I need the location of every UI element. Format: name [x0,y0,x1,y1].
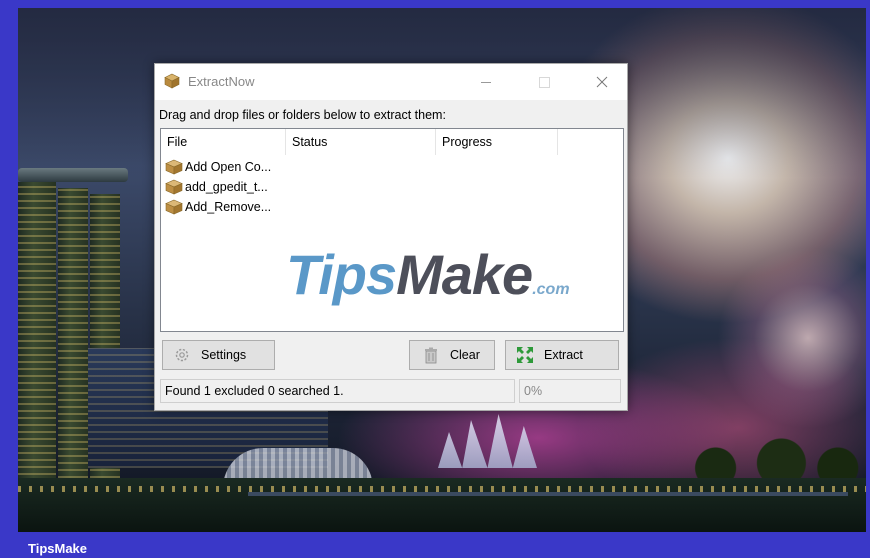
frame-top [0,0,870,8]
close-button[interactable] [579,64,625,100]
gear-icon [175,348,189,362]
frame-right [866,0,870,558]
file-name: Add Open Co... [185,160,272,174]
extract-button[interactable]: Extract [505,340,619,370]
caption: TipsMake [28,541,88,556]
tower [18,182,56,482]
app-icon [164,73,180,89]
instructions-label: Drag and drop files or folders below to … [159,108,446,122]
expand-arrows-icon [517,347,533,363]
museum [438,414,537,468]
status-text: Found 1 excluded 0 searched 1. [160,379,515,403]
maximize-button[interactable] [521,64,567,100]
skypark [18,168,128,182]
trash-icon [425,347,437,364]
extract-label: Extract [544,348,583,362]
settings-label: Settings [201,348,247,362]
close-icon [596,76,608,88]
minimize-button[interactable] [463,64,509,100]
watermark: TipsMake.com [286,242,570,307]
settings-button[interactable]: Settings [162,340,275,370]
file-name: Add_Remove... [185,200,272,214]
list-item[interactable]: Add Open Co... [165,157,271,177]
window-title: ExtractNow [188,74,255,89]
frame-left [0,0,18,558]
archive-box-icon [165,159,183,175]
extractnow-window: ExtractNow Drag and drop files or folder… [154,63,628,411]
progress-percent: 0% [519,379,621,403]
clear-button[interactable]: Clear [409,340,495,370]
watermark-make: Make [396,243,533,306]
watermark-tips: Tips [286,243,397,306]
clear-label: Clear [450,348,480,362]
list-item[interactable]: Add_Remove... [165,197,271,217]
bridge [248,492,848,496]
archive-box-icon [165,179,183,195]
column-header-file[interactable]: File [161,129,286,155]
title-bar[interactable]: ExtractNow [155,64,627,100]
column-header-empty [558,129,623,155]
list-item[interactable]: add_gpedit_t... [165,177,271,197]
file-name: add_gpedit_t... [185,180,268,194]
watermark-com: .com [532,281,570,298]
archive-box-icon [165,199,183,215]
list-header: File Status Progress [161,129,623,155]
column-header-status[interactable]: Status [286,129,436,155]
column-header-progress[interactable]: Progress [436,129,558,155]
caption-bar [0,532,870,558]
tower [58,188,88,478]
